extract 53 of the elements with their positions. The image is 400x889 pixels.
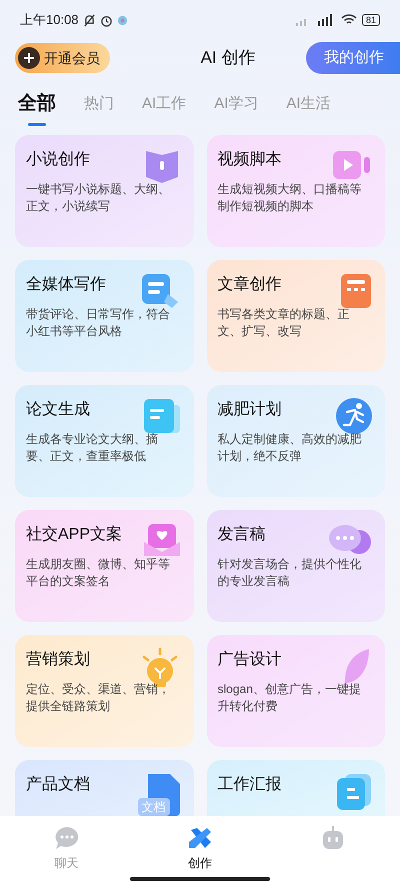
- feature-card[interactable]: 视频脚本 生成短视频大纲、口播稿等制作短视频的脚本: [206, 135, 385, 247]
- feature-card[interactable]: 小说创作 一键书写小说标题、大纲、正文，小说续写: [15, 135, 194, 247]
- feature-card[interactable]: 广告设计 slogan、创意广告，一键提升转化付费: [206, 635, 385, 747]
- app-icon: [116, 14, 128, 26]
- feature-card[interactable]: 文章创作 书写各类文章的标题、正文、扩写、改写: [206, 260, 385, 372]
- tab-indicator: [28, 122, 46, 126]
- card-description: 定位、受众、渠道、营销，提供全链路策划: [26, 681, 171, 715]
- card-description: 私人定制健康、高效的减肥计划，绝不反弹: [218, 431, 362, 465]
- nav-tab[interactable]: 创作: [160, 826, 240, 872]
- card-title: 营销策划: [26, 650, 90, 670]
- feature-card[interactable]: 社交APP文案 生成朋友圈、微博、知乎等平台的文案签名: [15, 510, 194, 622]
- card-description: 带货评论、日常写作，符合小红书等平台风格: [26, 306, 171, 340]
- alarm-icon: [100, 14, 113, 26]
- page-title: AI 创作: [200, 47, 256, 70]
- running-person-icon: [335, 397, 373, 435]
- battery-indicator: 81: [362, 14, 380, 26]
- badge: 文档: [138, 798, 170, 816]
- feature-card[interactable]: 论文生成 生成各专业论文大纲、摘要、正文，查重率极低: [15, 385, 194, 497]
- card-description: slogan、创意广告，一键提升转化付费: [218, 681, 362, 715]
- feature-card[interactable]: 减肥计划 私人定制健康、高效的减肥计划，绝不反弹: [206, 385, 385, 497]
- chat-icon: [54, 826, 80, 850]
- feature-card[interactable]: 发言稿 针对发言场合，提供个性化的专业发言稿: [206, 510, 385, 622]
- pen-ruler-icon: [186, 826, 213, 850]
- card-title: 论文生成: [26, 400, 90, 420]
- card-description: 生成朋友圈、微博、知乎等平台的文案签名: [26, 556, 171, 590]
- card-description: 生成短视频大纲、口播稿等制作短视频的脚本: [218, 181, 362, 215]
- documents-icon: [335, 772, 373, 812]
- bell-off-icon: [82, 14, 96, 26]
- plus-icon: [18, 47, 40, 69]
- my-creations-button[interactable]: 我的创作: [306, 42, 400, 74]
- card-title: 广告设计: [218, 650, 282, 670]
- card-title: 小说创作: [26, 150, 90, 170]
- card-title: 视频脚本: [218, 150, 282, 170]
- card-title: 减肥计划: [218, 400, 282, 420]
- card-description: 书写各类文章的标题、正文、扩写、改写: [218, 306, 350, 340]
- category-tab[interactable]: 全部: [18, 90, 56, 119]
- card-description: 针对发言场合，提供个性化的专业发言稿: [218, 556, 362, 590]
- wifi-icon: [340, 14, 357, 26]
- card-title: 产品文档: [26, 774, 90, 795]
- card-description: 一键书写小说标题、大纲、正文，小说续写: [26, 181, 171, 215]
- status-time: 上午10:08: [20, 11, 79, 30]
- document-icon: [142, 397, 182, 435]
- card-description: 生成各专业论文大纲、摘要、正文，查重率极低: [26, 431, 159, 465]
- vip-button[interactable]: 开通会员: [15, 43, 110, 73]
- card-title: 社交APP文案: [26, 524, 122, 545]
- feature-card[interactable]: 文档 产品文档: [15, 760, 194, 817]
- feature-card[interactable]: 营销策划 定位、受众、渠道、营销，提供全链路策划: [15, 635, 194, 747]
- feature-card[interactable]: 工作汇报: [206, 760, 385, 817]
- card-title: 全媒体写作: [26, 275, 106, 295]
- feature-card[interactable]: 全媒体写作 带货评论、日常写作，符合小红书等平台风格: [15, 260, 194, 372]
- card-title: 文章创作: [218, 274, 282, 295]
- card-title: 工作汇报: [218, 775, 282, 795]
- card-title: 发言稿: [218, 524, 266, 545]
